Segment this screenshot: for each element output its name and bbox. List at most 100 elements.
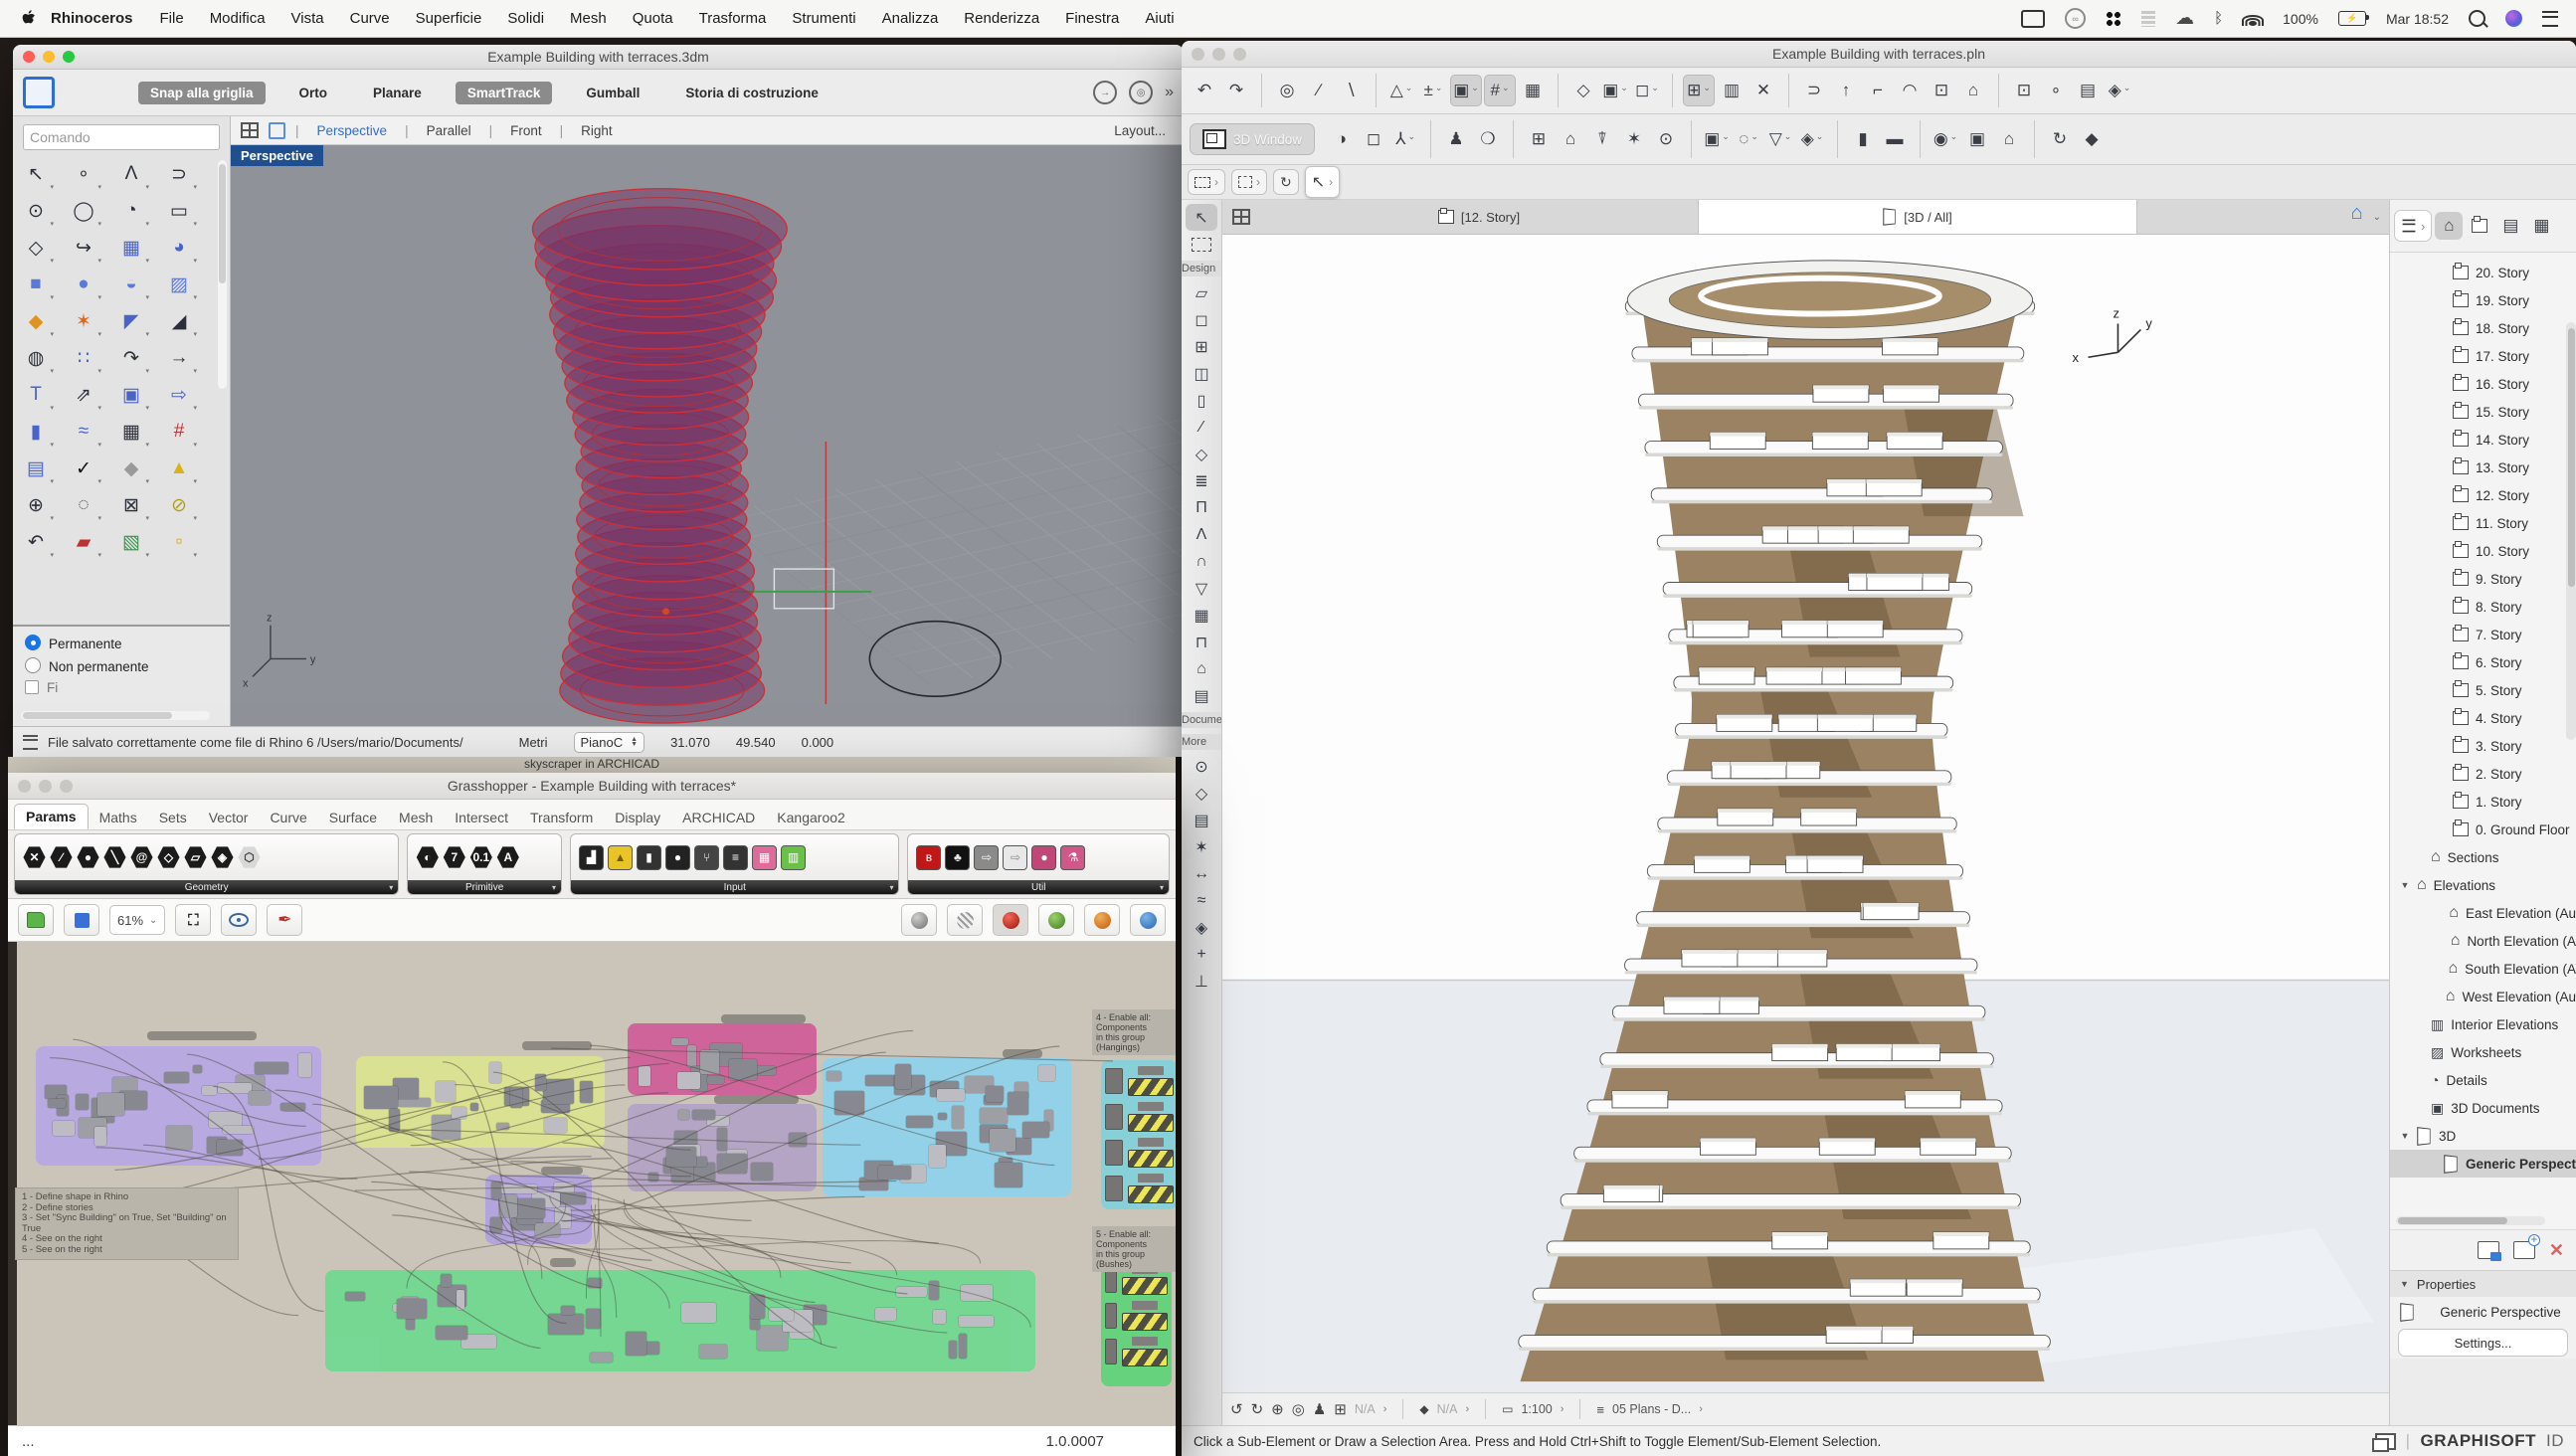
gh-component[interactable] (639, 1066, 650, 1086)
viewport-layout-icon[interactable] (241, 122, 259, 138)
tab-perspective[interactable]: Perspective (309, 123, 396, 138)
gh-component[interactable] (436, 1081, 456, 1102)
zoom-tool-icon[interactable]: ⊕ (21, 491, 51, 519)
gh-component[interactable] (48, 1099, 66, 1108)
truck-tool-icon[interactable]: ▰ (69, 528, 98, 556)
rotate-view-icon[interactable]: ↻ (2045, 124, 2075, 154)
param-brep-icon[interactable]: ◇ (157, 846, 180, 869)
param-mesh-icon[interactable]: ◈ (211, 846, 234, 869)
view-rotate-icon[interactable]: ◈ (2105, 76, 2134, 105)
stair-tool-icon[interactable]: ≣ (1186, 467, 1217, 494)
group-stories-yellow[interactable] (356, 1056, 605, 1148)
maximize-viewport-icon[interactable] (269, 122, 285, 139)
group-title-bar[interactable] (721, 1014, 806, 1023)
gh-component[interactable] (906, 1116, 934, 1128)
camera-path-icon[interactable]: ⍒ (1587, 124, 1617, 154)
story-item-2[interactable]: 2. Story (2390, 760, 2576, 788)
group-title-bar[interactable] (522, 1041, 592, 1050)
param-point-icon[interactable]: ✕ (23, 846, 46, 869)
enable-component[interactable] (1105, 1339, 1117, 1365)
gh-component[interactable] (514, 1198, 544, 1219)
filter-3d-icon[interactable]: ▽ (1765, 124, 1795, 154)
morph-tool-icon[interactable]: ▽ (1186, 575, 1217, 602)
wifi-icon[interactable] (2243, 12, 2263, 26)
elevations-folder[interactable]: ▼⌂Elevations (2390, 871, 2576, 899)
new-shape-icon[interactable]: ◆ (2077, 124, 2107, 154)
story-item-4[interactable]: 4. Story (2390, 704, 2576, 732)
rhino-app-icon[interactable] (23, 77, 55, 108)
mesh-tool-icon[interactable]: ▦ (1186, 602, 1217, 629)
gh-component[interactable] (345, 1292, 364, 1301)
revolve-tool-icon[interactable]: ◒ (116, 271, 146, 298)
enable-component[interactable] (1105, 1303, 1117, 1329)
param-geometry-icon[interactable]: ⬡ (238, 846, 261, 869)
gh-component[interactable] (929, 1145, 946, 1168)
tab-right[interactable]: Right (573, 123, 621, 138)
gh-component[interactable] (510, 1087, 522, 1108)
grid-snap-icon[interactable]: # (1484, 75, 1516, 106)
flow-tool-icon[interactable]: ≈ (69, 418, 98, 446)
layer-set-value[interactable]: 05 Plans - D... (1612, 1402, 1691, 1416)
gh-tab-vector[interactable]: Vector (198, 806, 260, 829)
story-item-5[interactable]: 5. Story (2390, 676, 2576, 704)
menu-aiuti[interactable]: Aiuti (1145, 10, 1174, 27)
save-file-button[interactable] (64, 904, 99, 936)
gauge-icon[interactable]: ▟ (579, 845, 604, 870)
gh-component[interactable] (544, 1118, 568, 1132)
point-tool-icon[interactable]: ∘ (69, 160, 98, 188)
cplane-dropdown[interactable]: PianoC▲▼ (574, 732, 645, 753)
extrude-tool-icon[interactable]: ▮ (21, 418, 51, 446)
param-spiral-icon[interactable]: @ (130, 846, 153, 869)
gh-component[interactable] (397, 1299, 427, 1319)
window-tool-icon[interactable]: ⊞ (1186, 333, 1217, 360)
tag-icon[interactable]: ▤ (2073, 76, 2103, 105)
menu-curve[interactable]: Curve (350, 10, 390, 27)
block-3d-icon[interactable]: ◻ (1359, 124, 1388, 154)
preview-shaded-icon[interactable] (993, 904, 1028, 936)
current-tool-button[interactable]: ↖› (1305, 166, 1340, 198)
archicad-3d-viewport[interactable]: zyx (1222, 235, 2389, 1392)
drawing-tool-icon[interactable]: ◇ (1186, 780, 1217, 807)
tool-grid-scrollbar[interactable] (218, 160, 227, 389)
scale-icon[interactable]: ▭ (1502, 1402, 1513, 1416)
creative-cloud-icon[interactable]: ∞ (2065, 8, 2086, 29)
details-item[interactable]: ◔Details (2390, 1066, 2576, 1094)
param-curve-icon[interactable]: ∕ (50, 846, 73, 869)
elevation-item-0[interactable]: ⌂East Elevation (Au (2390, 899, 2576, 927)
rhino-titlebar[interactable]: Example Building with terraces.3dm (13, 45, 1184, 70)
publisher-tab[interactable]: ▦ (2527, 212, 2555, 240)
gh-component[interactable] (548, 1314, 584, 1335)
align-tool-icon[interactable]: # (164, 418, 194, 446)
gh-component[interactable] (280, 1103, 305, 1111)
check-tool-icon[interactable]: ✓ (69, 455, 98, 482)
story-item-8[interactable]: 8. Story (2390, 593, 2576, 621)
adjust-tool-icon[interactable]: ↷ (116, 344, 146, 372)
gh-component[interactable] (452, 1107, 467, 1119)
apple-logo-icon[interactable] (22, 10, 37, 27)
app-dots-icon[interactable] (2106, 11, 2121, 27)
move-icon[interactable]: ⊞ (1683, 75, 1715, 106)
column-tool-icon[interactable]: ▯ (1186, 387, 1217, 414)
story-item-7[interactable]: 7. Story (2390, 621, 2576, 648)
gh-component[interactable] (588, 1278, 602, 1288)
gh-component[interactable] (496, 1123, 509, 1131)
bushes-group-label[interactable]: 5 - Enable all: Components in this group… (1092, 1226, 1176, 1272)
menu-vista[interactable]: Vista (291, 10, 324, 27)
gh-component[interactable] (94, 1127, 106, 1146)
group-title-bar[interactable] (147, 1031, 257, 1040)
story-item-17[interactable]: 17. Story (2390, 342, 2576, 370)
settings-button[interactable]: Settings... (2398, 1329, 2568, 1357)
snap-guides-icon[interactable]: ± (1418, 76, 1448, 105)
canvas-note-panel[interactable]: 1 - Define shape in Rhino 2 - Define sto… (15, 1187, 239, 1260)
util-group-label[interactable]: Util (908, 880, 1169, 894)
graphisoft-brand[interactable]: GRAPHISOFT (2421, 1431, 2536, 1451)
axis-3d-icon[interactable]: ⅄ (1390, 124, 1420, 154)
gh-tab-curve[interactable]: Curve (259, 806, 317, 829)
gh-component[interactable] (834, 1091, 864, 1115)
navigator-tree[interactable]: 20. Story19. Story18. Story17. Story16. … (2390, 253, 2576, 1229)
open-file-button[interactable] (18, 904, 54, 936)
toggle-gumball[interactable]: Gumball (574, 82, 651, 104)
3d-documents-item[interactable]: ▣3D Documents (2390, 1094, 2576, 1122)
cloud-sync-icon[interactable]: ☁ (2175, 7, 2194, 30)
view-settings-icon[interactable]: ◈ (1797, 124, 1827, 154)
